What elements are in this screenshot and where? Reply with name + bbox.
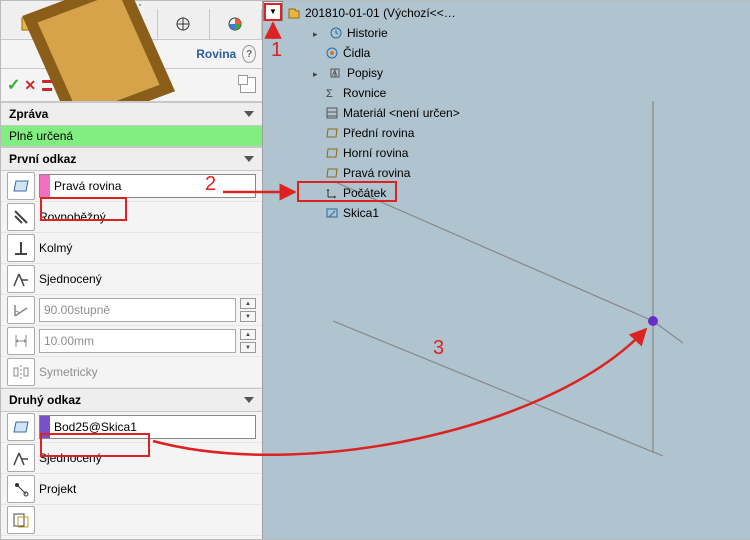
keep-visible-button[interactable]	[240, 77, 256, 93]
caret-down-icon: ▼	[269, 7, 277, 16]
help-button[interactable]: ?	[242, 45, 256, 63]
cancel-button[interactable]: ✕	[24, 77, 36, 94]
section-first-ref[interactable]: První odkaz	[1, 147, 262, 171]
second-ref-field[interactable]: Bod25@Skica1	[39, 415, 256, 439]
expand-icon[interactable]	[313, 66, 321, 80]
opt-project[interactable]: Projekt	[1, 474, 262, 505]
angle-field: 90.00stupně	[39, 298, 236, 322]
tree-right-plane[interactable]: Pravá rovina	[283, 163, 464, 183]
second-ref-selection-row: Bod25@Skica1	[1, 412, 262, 443]
chevron-icon	[244, 397, 254, 403]
expand-icon[interactable]	[313, 26, 321, 40]
second-ref-icon[interactable]	[7, 413, 35, 441]
tree-sketch[interactable]: Skica1	[283, 203, 464, 223]
section-second-ref[interactable]: Druhý odkaz	[1, 388, 262, 412]
svg-text:Σ: Σ	[326, 88, 333, 100]
tree-material-label: Materiál <není určen>	[343, 106, 460, 120]
opt-perpendicular-label: Kolmý	[39, 241, 72, 255]
distance-icon	[7, 327, 35, 355]
perpendicular-icon	[7, 234, 35, 262]
opt-parallel-label: Rovnoběžný	[39, 210, 106, 224]
tree-equations-label: Rovnice	[343, 86, 386, 100]
extra-icon	[7, 506, 35, 534]
tree-history[interactable]: Historie	[283, 23, 464, 43]
opt-parallel[interactable]: Rovnoběžný	[1, 202, 262, 233]
coincident-icon	[7, 265, 35, 293]
tree-history-label: Historie	[347, 26, 388, 40]
section-message-title: Zpráva	[9, 107, 48, 121]
first-ref-selection-row: Pravá rovina	[1, 171, 262, 202]
svg-text:A: A	[332, 69, 338, 78]
tree-front-plane[interactable]: Přední rovina	[283, 123, 464, 143]
swatch-pink	[40, 175, 50, 197]
tree-sketch-label: Skica1	[343, 206, 379, 220]
message-status: Plně určená	[1, 126, 262, 147]
swatch-purple	[40, 416, 50, 438]
first-ref-field[interactable]: Pravá rovina	[39, 174, 256, 198]
tree-annotations[interactable]: A Popisy	[283, 63, 464, 83]
distance-spinner: ▲▼	[240, 329, 256, 353]
angle-spinner: ▲▼	[240, 298, 256, 322]
parallel-icon	[7, 203, 35, 231]
opt-symmetric: Symetricky	[1, 357, 262, 388]
project-icon	[7, 475, 35, 503]
tree-root-label: 201810-01-01 (Výchozí<<…	[305, 6, 456, 20]
chevron-icon	[244, 111, 254, 117]
tree-origin[interactable]: Počátek	[283, 183, 464, 203]
section-first-ref-title: První odkaz	[9, 152, 76, 166]
opt-coincident[interactable]: Sjednocený	[1, 264, 262, 295]
section-second-ref-title: Druhý odkaz	[9, 393, 81, 407]
symmetric-icon	[7, 358, 35, 386]
distance-value: 10.00mm	[44, 334, 94, 348]
tree-annotations-label: Popisy	[347, 66, 383, 80]
angle-icon	[7, 296, 35, 324]
tree-root-part[interactable]: 201810-01-01 (Výchozí<<…	[283, 3, 464, 23]
property-manager-panel: Rovina ? ✓ ✕ ▬▬ Zpráva Plně určená První…	[1, 1, 263, 539]
angle-value: 90.00stupně	[44, 303, 110, 317]
preview-icon[interactable]: ▬▬	[40, 77, 52, 93]
tree-sensors-label: Čidla	[343, 46, 370, 60]
opt-perpendicular[interactable]: Kolmý	[1, 233, 262, 264]
sketch-point[interactable]	[648, 316, 658, 326]
tree-equations[interactable]: Σ Rovnice	[283, 83, 464, 103]
tree-sensors[interactable]: Čidla	[283, 43, 464, 63]
tree-origin-label: Počátek	[343, 186, 386, 200]
tree-top-plane-label: Horní rovina	[343, 146, 408, 160]
tree-right-plane-label: Pravá rovina	[343, 166, 410, 180]
tree-material[interactable]: Materiál <není určen>	[283, 103, 464, 123]
ok-button[interactable]: ✓	[7, 75, 20, 95]
opt-coincident2-label: Sjednocený	[39, 451, 102, 465]
tree-top-plane[interactable]: Horní rovina	[283, 143, 464, 163]
ok-cancel-row: ✓ ✕ ▬▬	[1, 69, 262, 102]
section-message[interactable]: Zpráva	[1, 102, 262, 126]
tab-appearance[interactable]	[210, 9, 262, 39]
opt-angle: 90.00stupně ▲▼	[1, 295, 262, 326]
opt-project-label: Projekt	[39, 482, 76, 496]
second-ref-value: Bod25@Skica1	[54, 420, 137, 434]
first-ref-value: Pravá rovina	[54, 179, 121, 193]
opt-coincident-label: Sjednocený	[39, 272, 102, 286]
first-ref-icon[interactable]	[7, 172, 35, 200]
opt-distance: 10.00mm ▲▼	[1, 326, 262, 357]
distance-field: 10.00mm	[39, 329, 236, 353]
coincident-icon	[7, 444, 35, 472]
chevron-icon	[244, 156, 254, 162]
opt-coincident2[interactable]: Sjednocený	[1, 443, 262, 474]
tree-front-plane-label: Přední rovina	[343, 126, 414, 140]
feature-title-row: Rovina ?	[1, 40, 262, 69]
opt-symmetric-label: Symetricky	[39, 365, 98, 379]
feature-name: Rovina	[196, 47, 236, 61]
flyout-toggle[interactable]: ▼	[263, 1, 283, 21]
extra-row[interactable]	[1, 505, 262, 536]
